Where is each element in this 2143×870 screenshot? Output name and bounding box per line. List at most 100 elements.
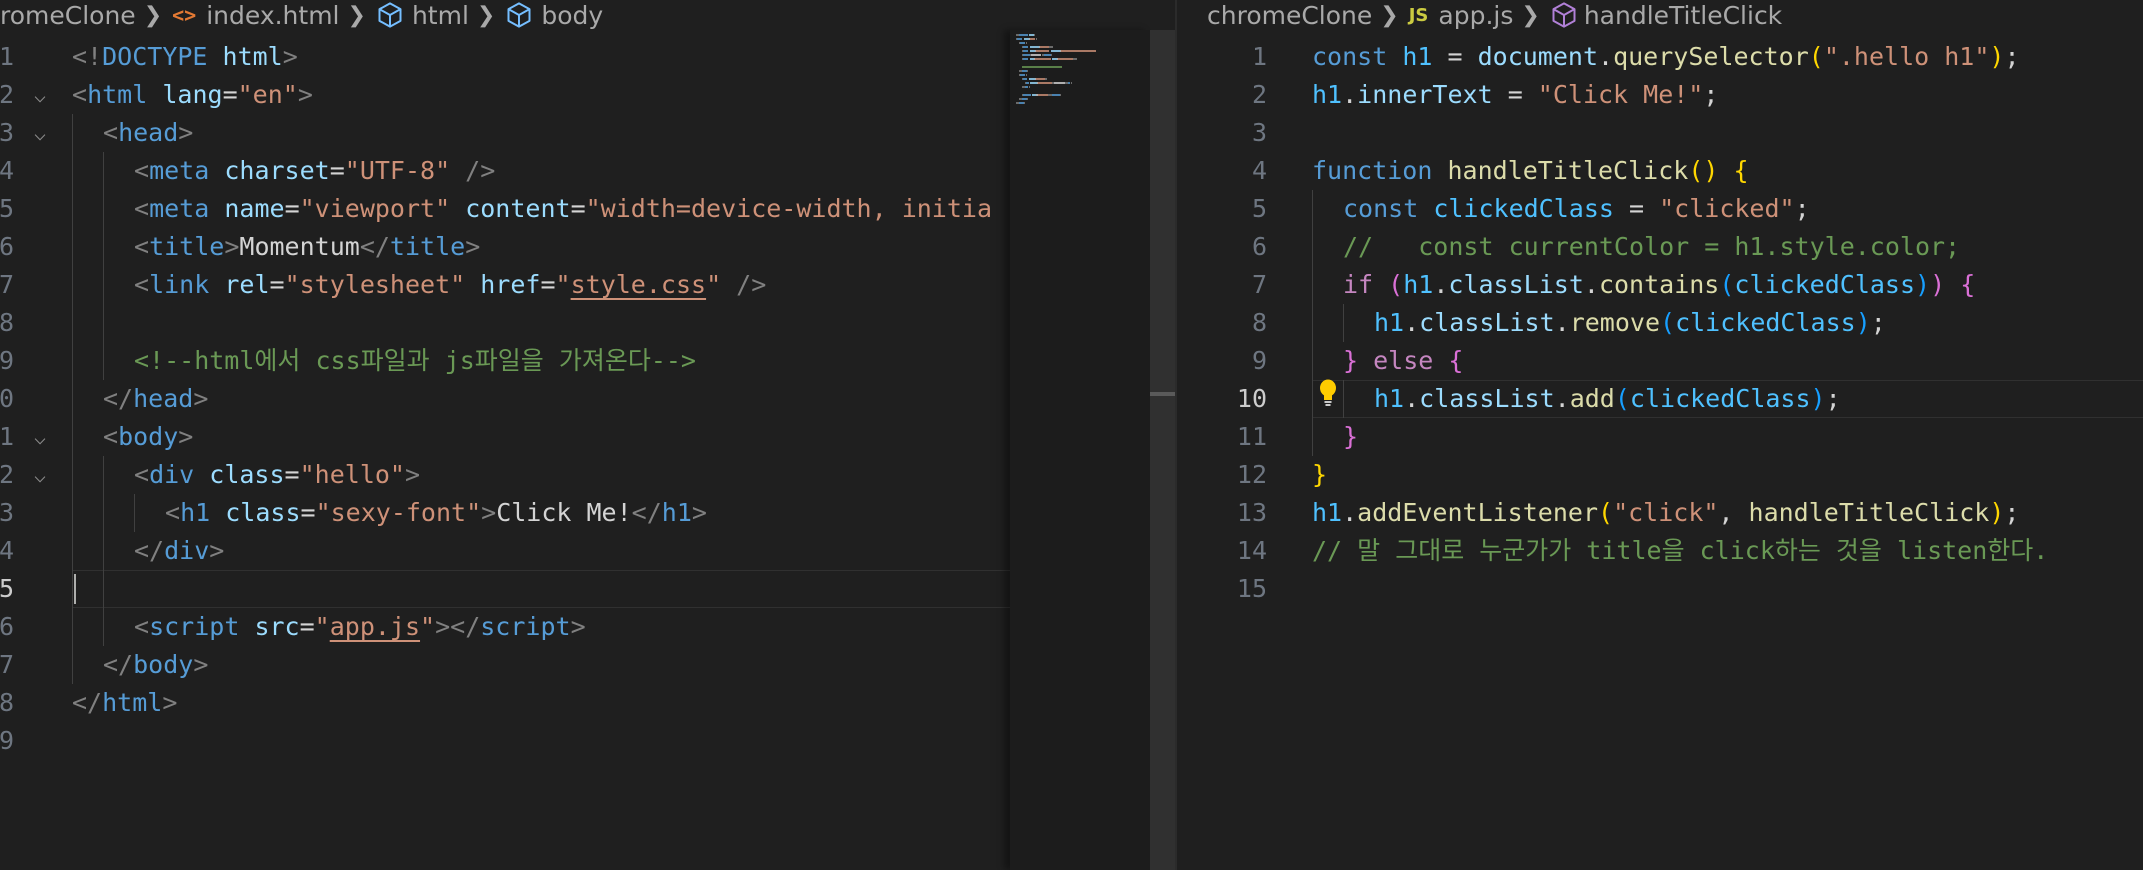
code-token: ( xyxy=(1614,384,1630,413)
code-line[interactable]: 6 <title>Momentum</title> xyxy=(0,228,1010,266)
code-line[interactable]: 6 <script src="app.js"></script> xyxy=(0,608,1010,646)
code-token: > xyxy=(178,422,194,451)
code-text: h1.classList.add(clickedClass); xyxy=(1374,380,1841,418)
code-token: . xyxy=(1554,308,1570,337)
code-line[interactable]: 5 <meta name="viewport" content="width=de… xyxy=(0,190,1010,228)
code-line[interactable]: 8 xyxy=(0,304,1010,342)
code-token: if xyxy=(1343,270,1374,299)
line-number: 9 xyxy=(0,346,14,375)
code-line[interactable]: 5 xyxy=(0,570,1010,608)
code-line[interactable]: 7 if (h1.classList.contains(clickedClass)… xyxy=(1177,266,2143,304)
line-number: 4 xyxy=(0,156,14,185)
code-editor-js[interactable]: 1 const h1 = document.querySelector(".hel… xyxy=(1177,38,2143,870)
code-line[interactable]: 4 </div> xyxy=(0,532,1010,570)
indent-guide xyxy=(103,228,104,266)
breadcrumb-file[interactable]: <> index.html xyxy=(172,1,339,30)
code-token: "en" xyxy=(237,80,298,109)
code-text: <html lang="en"> xyxy=(72,76,313,114)
code-line[interactable]: 8 </html> xyxy=(0,684,1010,722)
code-line[interactable]: 4 function handleTitleClick() { xyxy=(1177,152,2143,190)
lightbulb-icon[interactable] xyxy=(1318,378,1338,408)
code-token: rel xyxy=(224,270,270,299)
minimap[interactable] xyxy=(1010,30,1150,870)
breadcrumb-file[interactable]: JS app.js xyxy=(1409,1,1514,30)
right-editor-pane[interactable]: chromeClone ❯ JS app.js ❯ handleTitleCli… xyxy=(1177,0,2143,870)
code-line[interactable]: 13 h1.addEventListener("click", handleTit… xyxy=(1177,494,2143,532)
breadcrumb-folder[interactable]: chromeClone xyxy=(1207,1,1372,30)
code-text: function handleTitleClick() { xyxy=(1312,152,1749,190)
code-token: meta xyxy=(149,194,210,223)
line-number: 8 xyxy=(0,308,14,337)
code-token: html xyxy=(222,42,283,71)
code-editor-html[interactable]: 1 <!DOCTYPE html> 2 ⌵ <html lang="en"> 3 ⌵ <hea… xyxy=(0,38,1175,870)
code-line[interactable]: 9 <!--html에서 css파일과 js파일을 가져온다--> xyxy=(0,342,1010,380)
code-token: ; xyxy=(1825,384,1841,413)
vertical-scrollbar[interactable] xyxy=(1150,30,1175,870)
indent-guide xyxy=(103,266,104,304)
code-text: <!--html에서 css파일과 js파일을 가져온다--> xyxy=(134,342,696,380)
code-token: style.css xyxy=(570,270,707,299)
code-line[interactable]: 1 <!DOCTYPE html> xyxy=(0,38,1010,76)
code-token: "clicked" xyxy=(1659,194,1795,223)
left-editor-pane[interactable]: romeClone ❯ <> index.html ❯ html ❯ body … xyxy=(0,0,1175,870)
code-line[interactable]: 2 ⌵ <div class="hello"> xyxy=(0,456,1010,494)
code-token: ) xyxy=(1989,42,2005,71)
indent-guide xyxy=(72,570,73,608)
code-text: const clickedClass = "clicked"; xyxy=(1343,190,1810,228)
fold-chevron-icon[interactable]: ⌵ xyxy=(34,456,46,494)
code-line[interactable]: 8 h1.classList.remove(clickedClass); xyxy=(1177,304,2143,342)
code-token: <!--html에서 css파일과 js파일을 가져온다--> xyxy=(134,346,696,375)
minimap-stroke xyxy=(1029,46,1039,48)
fold-chevron-icon[interactable]: ⌵ xyxy=(34,76,46,114)
minimap-stroke xyxy=(1025,42,1027,44)
indent-guide xyxy=(72,342,73,380)
breadcrumb-folder[interactable]: romeClone xyxy=(0,1,136,30)
breadcrumb-symbol-body[interactable]: body xyxy=(505,1,603,30)
code-token: < xyxy=(134,156,150,185)
line-number: 6 xyxy=(0,232,14,261)
code-token: innerText xyxy=(1357,80,1493,109)
code-line[interactable]: 3 ⌵ <head> xyxy=(0,114,1010,152)
code-line[interactable]: 2 ⌵ <html lang="en"> xyxy=(0,76,1010,114)
code-token: > xyxy=(465,232,481,261)
code-line[interactable]: 15 xyxy=(1177,570,2143,608)
code-token: = xyxy=(1613,194,1660,223)
minimap-stroke xyxy=(1053,82,1066,84)
code-token: app.js xyxy=(329,612,421,641)
code-line[interactable]: 1 const h1 = document.querySelector(".hel… xyxy=(1177,38,2143,76)
code-token: classList xyxy=(1419,384,1555,413)
code-line[interactable]: 4 <meta charset="UTF-8" /> xyxy=(0,152,1010,190)
code-token: h1 xyxy=(1312,80,1343,109)
code-token: classList xyxy=(1448,270,1584,299)
code-line[interactable]: 11} xyxy=(1177,418,2143,456)
line-number: 9 xyxy=(1251,346,1267,375)
minimap-stroke xyxy=(1059,58,1072,60)
indent-guide xyxy=(103,342,104,380)
code-line[interactable]: 7 </body> xyxy=(0,646,1010,684)
fold-chevron-icon[interactable]: ⌵ xyxy=(34,418,46,456)
code-line[interactable]: 12} xyxy=(1177,456,2143,494)
breadcrumb: chromeClone ❯ JS app.js ❯ handleTitleCli… xyxy=(1177,0,2143,30)
code-token: remove xyxy=(1569,308,1661,337)
code-line[interactable]: 3 <h1 class="sexy-font">Click Me!</h1> xyxy=(0,494,1010,532)
code-line[interactable]: 6 // const currentColor = h1.style.color; xyxy=(1177,228,2143,266)
code-token: = xyxy=(540,270,556,299)
chevron-right-icon: ❯ xyxy=(476,2,496,28)
code-token: > xyxy=(282,42,298,71)
code-line[interactable]: 0 </head> xyxy=(0,380,1010,418)
code-line[interactable]: 3 xyxy=(1177,114,2143,152)
code-token: = xyxy=(570,194,586,223)
code-line[interactable]: 14 // 말 그대로 누군가가 title을 click하는 것을 listen… xyxy=(1177,532,2143,570)
breadcrumb-symbol-function[interactable]: handleTitleClick xyxy=(1550,1,1782,30)
code-line[interactable]: 9 xyxy=(0,722,1010,760)
code-line[interactable]: 7 <link rel="stylesheet" href="style.css"… xyxy=(0,266,1010,304)
fold-chevron-icon[interactable]: ⌵ xyxy=(34,114,46,152)
code-line[interactable]: 9} else { xyxy=(1177,342,2143,380)
code-line[interactable]: 2 h1.innerText = "Click Me!"; xyxy=(1177,76,2143,114)
breadcrumb-symbol-html[interactable]: html xyxy=(376,1,469,30)
code-line[interactable]: 1 ⌵ <body> xyxy=(0,418,1010,456)
code-line[interactable]: 5 const clickedClass = "clicked"; xyxy=(1177,190,2143,228)
